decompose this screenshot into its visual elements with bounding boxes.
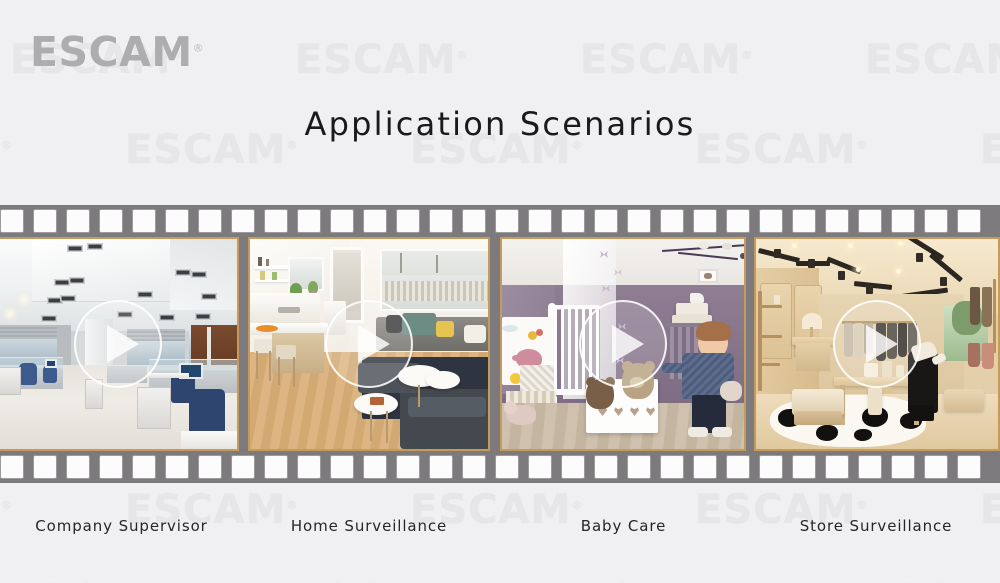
filmstrip-perforation xyxy=(100,456,122,478)
caption-home-surveillance: Home Surveillance xyxy=(290,517,448,535)
filmstrip-perforation xyxy=(1,456,23,478)
filmstrip xyxy=(0,205,1000,483)
filmstrip-perforations-top xyxy=(0,205,1000,237)
filmstrip-perforation xyxy=(34,456,56,478)
filmstrip-perforation xyxy=(760,456,782,478)
filmstrip-perforation xyxy=(430,456,452,478)
filmstrip-perforation xyxy=(463,456,485,478)
filmstrip-perforation xyxy=(364,456,386,478)
brand-logo-text: ESCAM xyxy=(30,28,193,76)
brand-logo: ESCAM® xyxy=(30,32,204,73)
filmstrip-perforation xyxy=(199,210,221,232)
filmstrip-perforation xyxy=(232,210,254,232)
filmstrip-perforations-bottom xyxy=(0,451,1000,483)
photo-boutique-clothing-store xyxy=(756,239,998,449)
filmstrip-perforation xyxy=(298,456,320,478)
play-button-home-surveillance[interactable] xyxy=(325,300,414,388)
filmstrip-perforation xyxy=(100,210,122,232)
filmstrip-perforation xyxy=(760,210,782,232)
filmstrip-perforation xyxy=(925,456,947,478)
filmstrip-perforation xyxy=(694,210,716,232)
filmstrip-perforation xyxy=(793,210,815,232)
filmstrip-perforation xyxy=(892,456,914,478)
filmstrip-perforation xyxy=(331,210,353,232)
filmstrip-perforation xyxy=(892,210,914,232)
filmstrip-perforation xyxy=(595,210,617,232)
scenario-captions: Company Supervisor Home Surveillance Bab… xyxy=(0,483,1000,583)
filmstrip-perforation xyxy=(133,456,155,478)
filmstrip-perforation xyxy=(397,210,419,232)
scenario-frame-store-surveillance[interactable] xyxy=(754,237,1000,451)
filmstrip-frames xyxy=(0,237,1000,451)
filmstrip-perforation xyxy=(232,456,254,478)
filmstrip-perforation xyxy=(1,210,23,232)
filmstrip-perforation xyxy=(628,456,650,478)
caption-company-supervisor: Company Supervisor xyxy=(35,517,208,535)
filmstrip-perforation xyxy=(793,456,815,478)
filmstrip-perforation xyxy=(727,456,749,478)
registered-trademark-icon: ® xyxy=(192,41,205,55)
filmstrip-perforation xyxy=(529,456,551,478)
filmstrip-perforation xyxy=(859,210,881,232)
filmstrip-perforation xyxy=(826,210,848,232)
filmstrip-perforation xyxy=(727,210,749,232)
filmstrip-perforation xyxy=(67,456,89,478)
filmstrip-perforation xyxy=(859,456,881,478)
filmstrip-perforation xyxy=(463,210,485,232)
play-button-store-surveillance[interactable] xyxy=(833,300,921,388)
filmstrip-perforation xyxy=(265,456,287,478)
filmstrip-perforation xyxy=(298,210,320,232)
filmstrip-perforation xyxy=(529,210,551,232)
filmstrip-perforation xyxy=(166,210,188,232)
caption-baby-care: Baby Care xyxy=(580,517,667,535)
filmstrip-perforation xyxy=(430,210,452,232)
filmstrip-perforation xyxy=(958,456,980,478)
scenario-frame-baby-care[interactable] xyxy=(500,237,747,451)
filmstrip-perforation xyxy=(265,210,287,232)
scenario-frame-company-supervisor[interactable] xyxy=(0,237,240,451)
filmstrip-perforation xyxy=(199,456,221,478)
page-title: Application Scenarios xyxy=(304,105,696,143)
filmstrip-perforation xyxy=(628,210,650,232)
filmstrip-perforation xyxy=(694,456,716,478)
header: ESCAM® Application Scenarios xyxy=(0,0,1000,205)
filmstrip-perforation xyxy=(496,456,518,478)
filmstrip-perforation xyxy=(364,210,386,232)
play-button-company-supervisor[interactable] xyxy=(74,300,162,388)
photo-nursery-with-toddler xyxy=(502,239,745,449)
filmstrip-perforation xyxy=(958,210,980,232)
filmstrip-perforation xyxy=(331,456,353,478)
filmstrip-perforation xyxy=(826,456,848,478)
photo-modern-living-room-kitchen xyxy=(250,239,489,449)
filmstrip-perforation xyxy=(496,210,518,232)
filmstrip-perforation xyxy=(925,210,947,232)
filmstrip-perforation xyxy=(34,210,56,232)
filmstrip-perforation xyxy=(562,210,584,232)
photo-open-plan-office xyxy=(0,239,238,449)
filmstrip-perforation xyxy=(562,456,584,478)
scenario-frame-home-surveillance[interactable] xyxy=(248,237,491,451)
filmstrip-perforation xyxy=(67,210,89,232)
filmstrip-perforation xyxy=(661,210,683,232)
filmstrip-perforation xyxy=(166,456,188,478)
caption-store-surveillance: Store Surveillance xyxy=(799,517,953,535)
play-button-baby-care[interactable] xyxy=(579,300,668,388)
filmstrip-perforation xyxy=(595,456,617,478)
filmstrip-perforation xyxy=(661,456,683,478)
filmstrip-perforation xyxy=(397,456,419,478)
filmstrip-perforation xyxy=(133,210,155,232)
